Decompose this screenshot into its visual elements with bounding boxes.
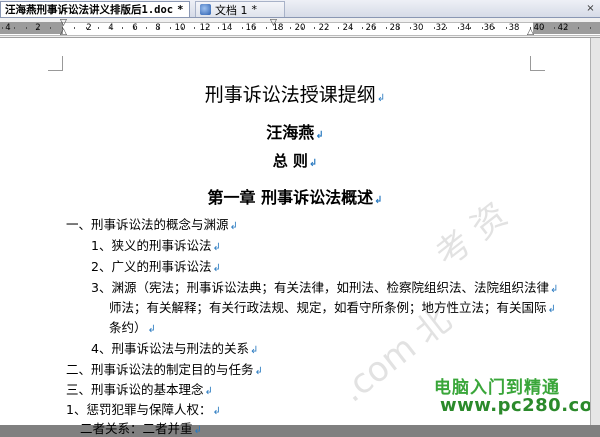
- tab-document-1[interactable]: 汪海燕刑事诉讼法讲义排版后1.doc *: [0, 1, 190, 17]
- ruler-tick: [230, 27, 231, 29]
- right-indent-icon[interactable]: △: [527, 28, 534, 37]
- crop-mark: [48, 56, 63, 71]
- horizontal-ruler[interactable]: 4224681012141618202224262830323436384042…: [0, 18, 600, 38]
- ruler-tick: [578, 27, 579, 29]
- ruler-tick: [542, 27, 543, 29]
- ruler-tick: [326, 27, 327, 29]
- ruler-tick: [410, 27, 411, 29]
- ruler-tick: [122, 27, 123, 29]
- ruler-tick: [566, 27, 567, 29]
- ruler-number: 10: [174, 23, 186, 33]
- document-title: 刑事诉讼法授课提纲↲: [204, 84, 386, 106]
- chapter-heading: 第一章 刑事诉讼法概述↲: [207, 188, 383, 207]
- ruler-tick: [74, 27, 75, 29]
- ruler-tick: [374, 27, 375, 29]
- ruler-tick: [458, 27, 459, 29]
- ruler-tick: [290, 27, 291, 29]
- ruler-number: 38: [508, 23, 520, 33]
- document-page[interactable]: 考 资 .com 北 刑事诉讼法授课提纲↲ 汪海燕↲ 总 则↲ 第一章 刑事诉讼…: [0, 38, 600, 436]
- ruler-tick: [26, 27, 27, 29]
- document-line: 2、广义的刑事诉讼法↲: [91, 259, 221, 274]
- ruler-tick: [590, 27, 591, 29]
- document-line: 1、惩罚犯罪与保障人权：↲: [66, 402, 221, 417]
- document-line: 条约）↲: [109, 320, 156, 335]
- ruler-tick: [98, 27, 99, 29]
- ruler-number: 28: [389, 23, 401, 33]
- modified-indicator: *: [251, 3, 258, 16]
- ruler-tick: [362, 27, 363, 29]
- document-icon: [200, 4, 211, 15]
- ruler-tick: [218, 27, 219, 29]
- ruler-tick: [134, 27, 135, 29]
- ruler-tick: [182, 27, 183, 29]
- ruler-tick: [194, 27, 195, 29]
- ruler-tick: [254, 27, 255, 29]
- ruler-number: 24: [342, 23, 354, 33]
- ruler-tick: [2, 27, 3, 29]
- close-icon[interactable]: ×: [584, 2, 597, 15]
- ruler-tick: [386, 27, 387, 29]
- hanging-indent-icon[interactable]: △: [60, 28, 67, 37]
- tab-stop-icon[interactable]: ▽: [270, 19, 277, 28]
- ruler-tick: [314, 27, 315, 29]
- document-tab-bar: 汪海燕刑事诉讼法讲义排版后1.doc * 文档 1 * ×: [0, 0, 600, 18]
- ruler-tick: [398, 27, 399, 29]
- ruler-number: 30: [412, 23, 424, 33]
- ruler-tick: [146, 27, 147, 29]
- section-heading: 总 则↲: [272, 152, 318, 170]
- ruler-number: 26: [365, 23, 377, 33]
- ruler-number: 6: [127, 22, 143, 34]
- document-line: 一、刑事诉讼法的概念与渊源↲: [66, 217, 238, 232]
- ruler-tick: [158, 27, 159, 29]
- vertical-scrollbar[interactable]: [590, 38, 600, 425]
- tab-document-2[interactable]: 文档 1 *: [195, 1, 285, 17]
- document-author: 汪海燕↲: [266, 123, 324, 142]
- ruler-tick: [470, 27, 471, 29]
- document-line: 三、刑事诉讼的基本理念↲: [66, 382, 213, 397]
- ruler-number: 12: [199, 23, 211, 33]
- ruler-number: 42: [557, 23, 569, 33]
- ruler-number: 2: [86, 23, 92, 33]
- ruler-tick: [206, 27, 207, 29]
- ruler-tick: [110, 27, 111, 29]
- ruler-tick: [266, 27, 267, 29]
- document-line: 师法；有关解释；有关行政法规、规定，如看守所条例；地方性立法；有关国际↲: [109, 300, 556, 315]
- ruler-tick: [338, 27, 339, 29]
- ruler-tick: [422, 27, 423, 29]
- ruler-number: 20: [294, 23, 306, 33]
- ruler-tick: [278, 27, 279, 29]
- ruler-tick: [302, 27, 303, 29]
- ruler-tick: [86, 27, 87, 29]
- ruler-tick: [554, 27, 555, 29]
- ruler-tick: [482, 27, 483, 29]
- ruler-number: 22: [318, 23, 330, 33]
- ruler-tick: [434, 27, 435, 29]
- document-line: 3、渊源（宪法；刑事诉讼法典；有关法律，如刑法、检察院组织法、法院组织法律↲: [91, 280, 559, 295]
- ruler-tick: [446, 27, 447, 29]
- document-line: 二、刑事诉讼法的制定目的与任务↲: [66, 362, 263, 377]
- ruler-tick: [518, 27, 519, 29]
- ruler-tick: [170, 27, 171, 29]
- document-line: 1、狭义的刑事诉讼法↲: [91, 238, 221, 253]
- document-line: 二者关系：二者并重↲: [80, 421, 202, 436]
- ruler-tick: [350, 27, 351, 29]
- tab-label: 文档 1: [215, 3, 248, 17]
- modified-indicator: *: [177, 3, 184, 16]
- ruler-number: 16: [245, 23, 257, 33]
- watermark-site: www.pc280.com: [440, 395, 600, 416]
- tab-label: 汪海燕刑事诉讼法讲义排版后1.doc: [5, 4, 174, 16]
- document-line: 4、刑事诉讼法与刑法的关系↲: [91, 341, 259, 356]
- ruler-tick: [506, 27, 507, 29]
- ruler-number: 4: [103, 22, 119, 34]
- ruler-tick: [38, 27, 39, 29]
- crop-mark: [530, 56, 545, 71]
- ruler-tick: [50, 27, 51, 29]
- ruler-number: 14: [221, 23, 233, 33]
- ruler-tick: [242, 27, 243, 29]
- ruler-tick: [14, 27, 15, 29]
- ruler-tick: [494, 27, 495, 29]
